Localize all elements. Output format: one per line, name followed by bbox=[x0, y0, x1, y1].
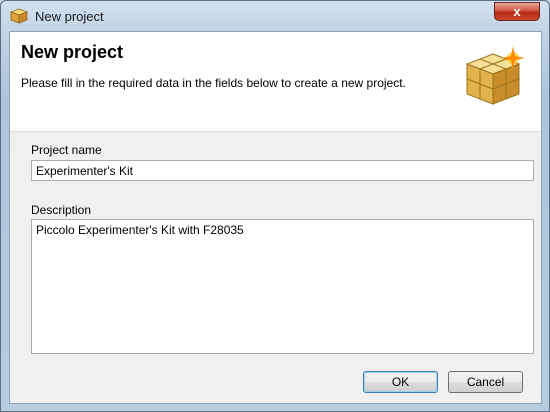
cancel-button[interactable]: Cancel bbox=[448, 371, 523, 393]
page-title: New project bbox=[21, 42, 124, 62]
description-input[interactable]: Piccolo Experimenter's Kit with F28035 bbox=[31, 219, 534, 354]
window-title: New project bbox=[35, 9, 104, 24]
project-name-input[interactable] bbox=[31, 160, 534, 181]
close-button[interactable]: x bbox=[494, 2, 540, 21]
title-bar[interactable]: New project x bbox=[1, 1, 549, 31]
project-cube-icon bbox=[465, 46, 525, 105]
dialog-body: New project Please fill in the required … bbox=[9, 31, 542, 404]
close-icon: x bbox=[513, 4, 521, 19]
project-cube-icon bbox=[10, 8, 28, 24]
project-name-label: Project name bbox=[31, 143, 102, 157]
page-subtitle: Please fill in the required data in the … bbox=[21, 76, 406, 90]
dialog-header: New project Please fill in the required … bbox=[10, 32, 541, 132]
ok-button[interactable]: OK bbox=[363, 371, 438, 393]
description-label: Description bbox=[31, 203, 92, 217]
dialog-window: New project x New project Please fill in… bbox=[0, 0, 550, 412]
